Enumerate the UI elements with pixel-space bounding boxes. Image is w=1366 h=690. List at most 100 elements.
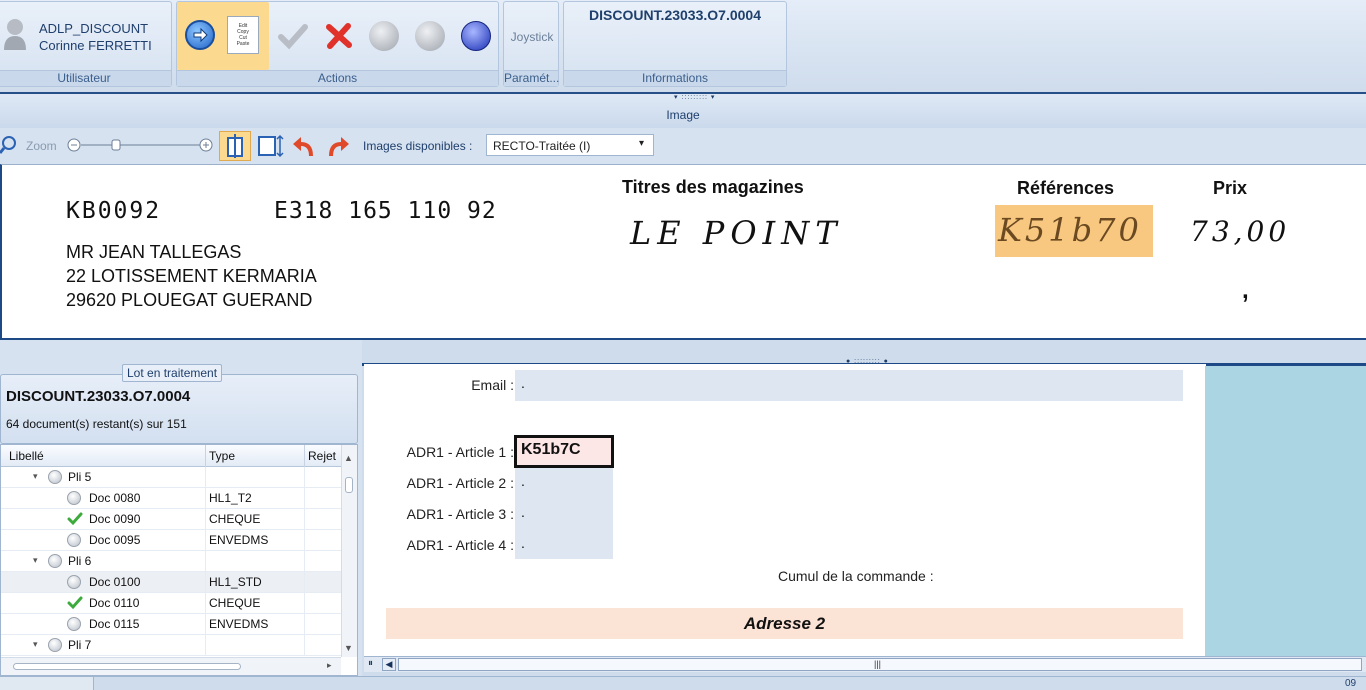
image-panel-title: Image (666, 108, 700, 122)
article4-field[interactable]: . (515, 530, 613, 559)
expand-chevron-icon[interactable]: ▾ (33, 471, 38, 482)
expand-chevron-icon[interactable]: ▾ (33, 555, 38, 566)
images-select[interactable]: RECTO-Traitée (I) ▾ (486, 134, 654, 156)
cross-icon (326, 23, 352, 49)
grid-hscroll-thumb[interactable] (13, 663, 241, 670)
row-label: Doc 0080 (89, 491, 141, 505)
grid-hscrollbar[interactable]: ▸ (1, 657, 341, 675)
doc-address-line-2: 22 LOTISSEMENT KERMARIA (66, 266, 317, 286)
doc-code: KB0092 (66, 198, 162, 224)
article4-label: ADR1 - Article 4 : (406, 537, 514, 553)
side-panel (1205, 366, 1366, 656)
row-label: Doc 0090 (89, 512, 141, 526)
status-panel-left (0, 677, 94, 690)
header-libelle[interactable]: Libellé (9, 449, 44, 463)
status-circle-icon (48, 638, 62, 652)
status-circle-icon (48, 554, 62, 568)
reject-cross-button[interactable] (323, 20, 355, 52)
doc-col-titles: Titres des magazines (622, 177, 804, 197)
next-arrow-button[interactable] (185, 20, 215, 50)
document-image: KB0092 E318 165 110 92 MR JEAN TALLEGAS … (0, 164, 1366, 340)
status-circle-icon (67, 617, 81, 631)
status-right: 09 (1345, 678, 1357, 689)
fit-width-button[interactable] (255, 133, 285, 159)
fit-height-button[interactable] (219, 131, 251, 161)
row-label: Doc 0100 (89, 575, 141, 589)
article1-field[interactable]: K51b7C (514, 435, 614, 468)
row-type: ENVEDMS (209, 533, 269, 547)
lot-tab[interactable]: Lot en traitement (122, 364, 223, 382)
row-label: Doc 0095 (89, 533, 141, 547)
user-login: ADLP_DISCOUNT (39, 21, 149, 36)
grid-doc-row[interactable]: Doc 0080 HL1_T2 (1, 488, 341, 509)
clipboard-button[interactable]: Edit Copy Cut Paste (227, 16, 259, 54)
images-select-value: RECTO-Traitée (I) (493, 139, 591, 153)
header-rejet[interactable]: Rejet (308, 449, 336, 463)
image-toolbar: Zoom Images disponibles : RECTO-Traitée … (0, 128, 1366, 164)
zoom-label: Zoom (26, 139, 57, 153)
doc-address: MR JEAN TALLEGAS 22 LOTISSEMENT KERMARIA… (66, 240, 317, 312)
cumul-label: Cumul de la commande : (778, 568, 934, 584)
grey-action-button-2[interactable] (415, 21, 445, 51)
grid-doc-row[interactable]: Doc 0110 CHEQUE (1, 593, 341, 614)
row-type: HL1_STD (209, 575, 262, 589)
doc-handwritten-title: LE POINT (630, 214, 843, 252)
done-check-icon (67, 596, 83, 610)
rotate-left-icon[interactable] (291, 134, 317, 158)
grid-header: Libellé Type Rejet (1, 445, 357, 467)
dropdown-arrow-icon: ▾ (639, 138, 645, 149)
done-check-icon (67, 512, 83, 526)
validate-check-button[interactable] (277, 20, 309, 52)
doc-col-price: Prix (1213, 178, 1248, 198)
grid-doc-row[interactable]: Doc 0095 ENVEDMS (1, 530, 341, 551)
user-name: Corinne FERRETTI (39, 38, 152, 53)
article2-field[interactable]: . (515, 468, 613, 499)
grid-doc-row[interactable]: Doc 0090 CHEQUE (1, 509, 341, 530)
email-field[interactable]: . (515, 370, 1183, 401)
status-circle-icon (67, 533, 81, 547)
ribbon: ADLP_DISCOUNT Corinne FERRETTI Utilisate… (0, 0, 1366, 92)
article1-label: ADR1 - Article 1 : (406, 444, 514, 460)
doc-address-line-1: MR JEAN TALLEGAS (66, 242, 242, 262)
form-hscrollbar[interactable]: ⏸ ◀ ||| (364, 656, 1366, 672)
grid-doc-row[interactable]: Doc 0115 ENVEDMS (1, 614, 341, 635)
row-type: CHEQUE (209, 596, 261, 610)
expand-chevron-icon[interactable]: ▾ (33, 639, 38, 650)
check-icon (278, 24, 308, 50)
row-label: Pli 6 (68, 554, 92, 568)
form-hscroll-thumb[interactable]: ||| (398, 658, 1362, 671)
info-lot-name: DISCOUNT.23033.O7.0004 (589, 7, 761, 23)
blue-action-button[interactable] (461, 21, 491, 51)
params-group: Joystick Paramét... (503, 1, 559, 87)
grid-group-row[interactable]: ▾ Pli 5 (1, 467, 341, 488)
grid-doc-row[interactable]: Doc 0100 HL1_STD (1, 572, 341, 593)
grey-action-button-1[interactable] (369, 21, 399, 51)
user-avatar-icon (3, 16, 27, 50)
grid-vscroll-thumb[interactable] (345, 477, 353, 493)
header-type[interactable]: Type (209, 449, 235, 463)
article2-label: ADR1 - Article 2 : (406, 475, 514, 491)
status-circle-icon (67, 491, 81, 505)
row-label: Doc 0110 (89, 596, 140, 610)
section-adresse-2: Adresse 2 (386, 608, 1183, 639)
zoom-slider[interactable] (66, 137, 216, 153)
rotate-right-icon[interactable] (325, 134, 351, 158)
grid-group-row[interactable]: ▾ Pli 6 (1, 551, 341, 572)
actions-group: Edit Copy Cut Paste Actions (176, 1, 499, 87)
grid-vscrollbar[interactable]: ▲ ▼ (341, 445, 357, 657)
row-label: Doc 0115 (89, 617, 140, 631)
doc-number: E318 165 110 92 (274, 198, 497, 224)
lot-remaining: 64 document(s) restant(s) sur 151 (6, 417, 187, 431)
joystick-button[interactable]: Joystick (506, 30, 558, 44)
row-type: CHEQUE (209, 512, 261, 526)
info-group: DISCOUNT.23033.O7.0004 Informations (563, 1, 787, 87)
article3-field[interactable]: . (515, 499, 613, 530)
grid-rows: ▾ Pli 5 Doc 0080 HL1_T2 Doc 0090 CHEQUE Doc 00… (1, 467, 341, 657)
grid-group-row[interactable]: ▾ Pli 7 (1, 635, 341, 656)
article3-label: ADR1 - Article 3 : (406, 506, 514, 522)
row-type: ENVEDMS (209, 617, 269, 631)
doc-handwritten-price: 73,00 (1190, 215, 1291, 248)
doc-handwritten-comma: , (1242, 277, 1249, 304)
splitter-grip[interactable]: ▾ ::::::::: ▾ (674, 93, 715, 101)
row-type: HL1_T2 (209, 491, 252, 505)
